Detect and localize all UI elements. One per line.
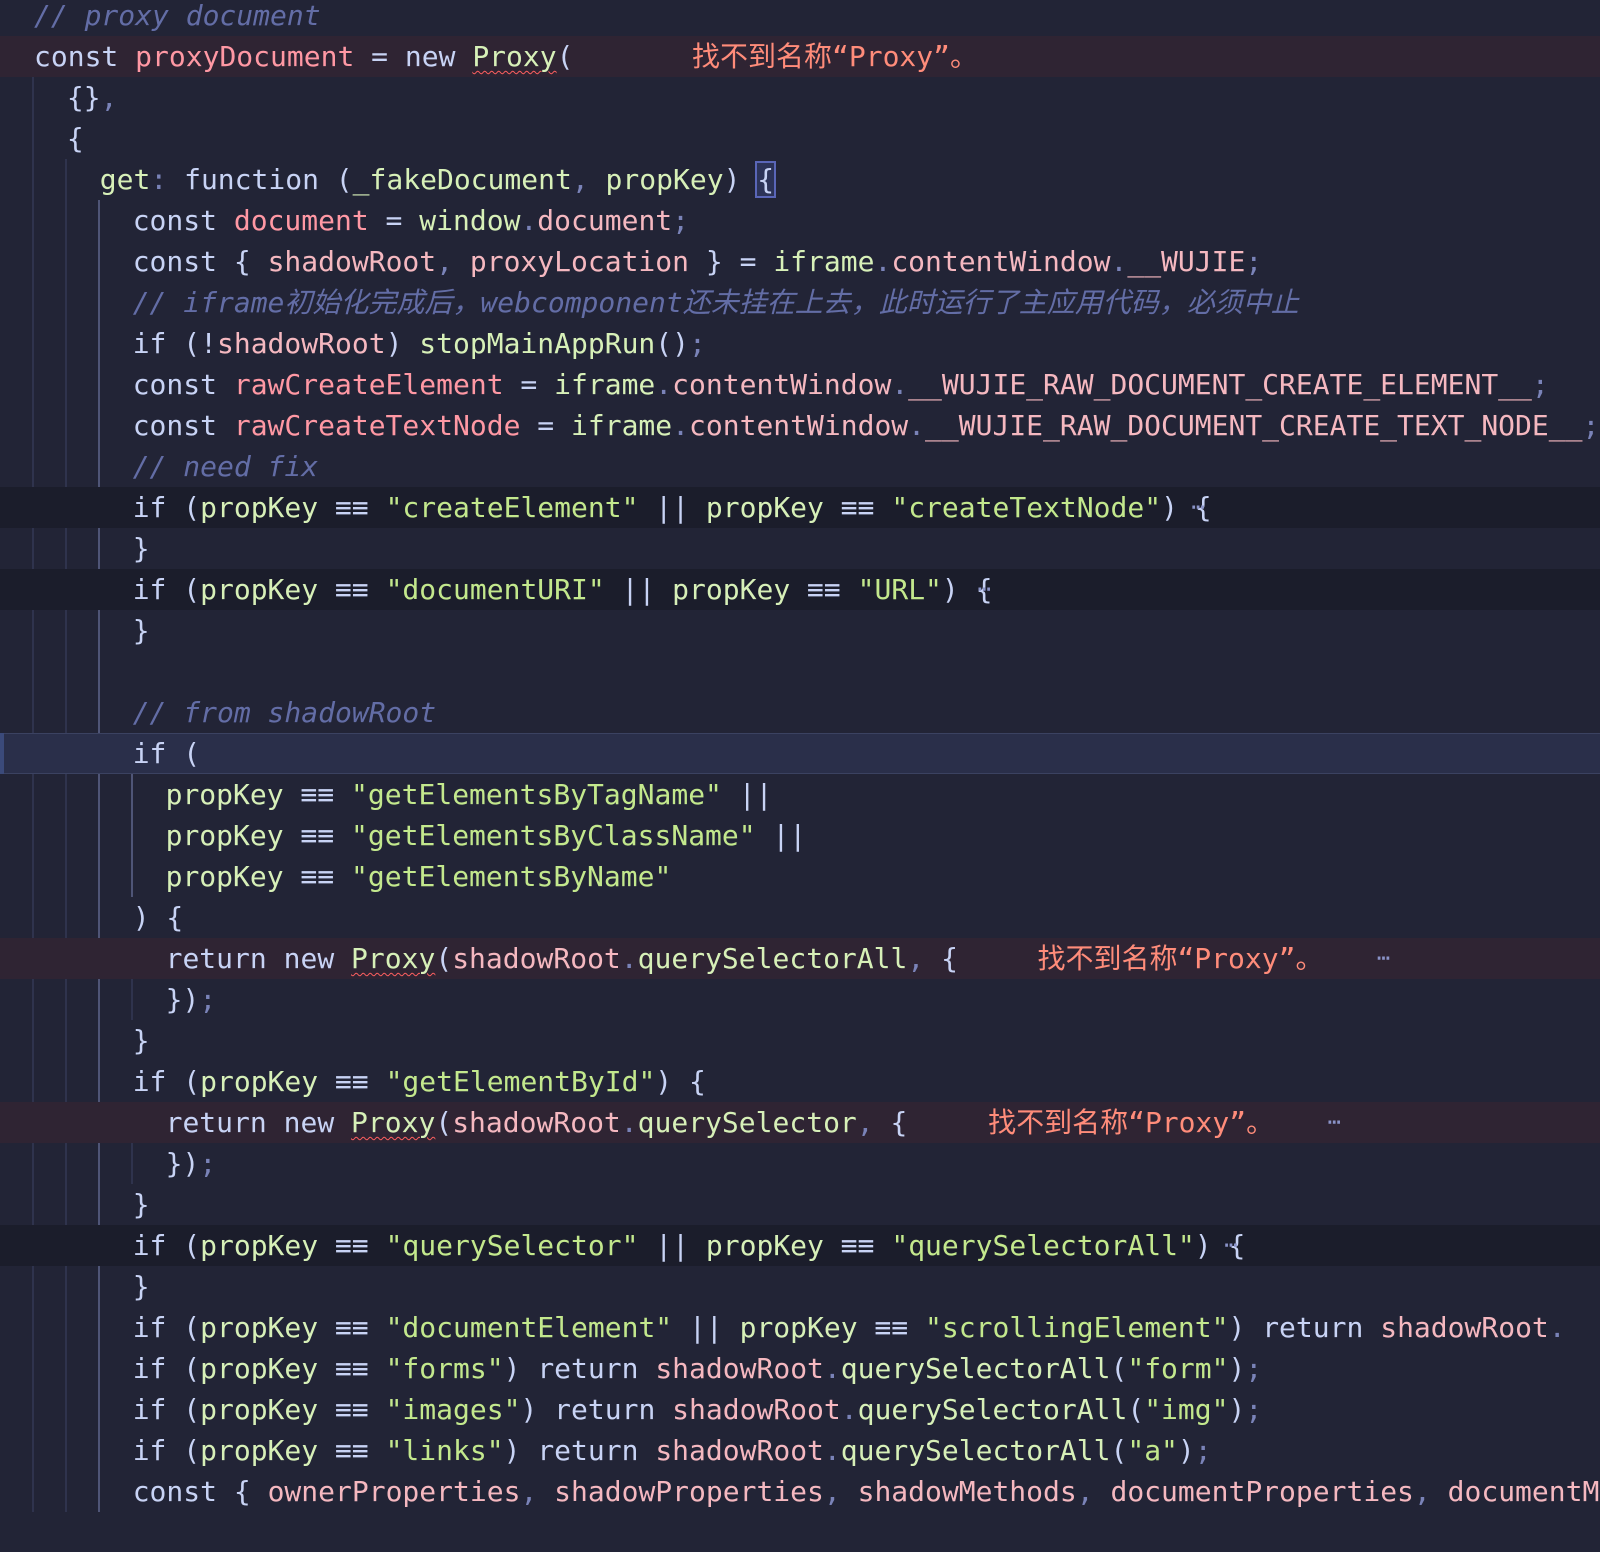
code-line[interactable]: if (!shadowRoot) stopMainAppRun();if (!s… [0, 323, 1600, 364]
code-text: // iframe初始化完成后，webcomponent还未挂在上去，此时运行了… [132, 286, 1299, 319]
code-text: if (propKey ≡≡ "documentElement" || prop… [132, 1311, 1566, 1344]
code-line[interactable]: // proxy document// proxy document [0, 0, 1600, 36]
code-text: if (propKey ≡≡ "links") return shadowRoo… [132, 1434, 1212, 1467]
code-line[interactable]: {{ [0, 118, 1600, 159]
code-text: // from shadowRoot [132, 696, 437, 729]
fold-ellipsis-icon[interactable]: ⋯ [1192, 487, 1205, 528]
code-text: if (propKey ≡≡ "createElement" || propKe… [132, 491, 1212, 524]
code-text: get: function (_fakeDocument, propKey) { [99, 161, 777, 198]
code-line[interactable]: return new Proxy(shadowRoot.querySelecto… [0, 938, 1600, 979]
code-line[interactable]: if (propKey ≡≡ "forms") return shadowRoo… [0, 1348, 1600, 1389]
code-line[interactable]: if (propKey ≡≡ "querySelector" || propKe… [0, 1225, 1600, 1266]
code-line[interactable]: return new Proxy(shadowRoot.querySelecto… [0, 1102, 1600, 1143]
code-text: const rawCreateElement = iframe.contentW… [132, 368, 1549, 401]
code-line[interactable]: if (propKey ≡≡ "images") return shadowRo… [0, 1389, 1600, 1430]
code-text: }); [165, 983, 217, 1016]
code-line[interactable]: {},{}, [0, 77, 1600, 118]
code-line[interactable]: const rawCreateElement = iframe.contentW… [0, 364, 1600, 405]
code-line[interactable]: }} [0, 610, 1600, 651]
code-line[interactable]: }} [0, 1266, 1600, 1307]
code-line[interactable]: if (propKey ≡≡ "createElement" || propKe… [0, 487, 1600, 528]
code-line[interactable]: get: function (_fakeDocument, propKey) {… [0, 159, 1600, 200]
code-text: } [132, 1188, 150, 1221]
code-line[interactable]: propKey ≡≡ "getElementsByClassName" ||pr… [0, 815, 1600, 856]
code-text: propKey ≡≡ "getElementsByName" [165, 860, 672, 893]
code-text: if ( [132, 737, 201, 770]
code-text: } [132, 614, 150, 647]
code-line[interactable]: const { shadowRoot, proxyLocation } = if… [0, 241, 1600, 282]
code-line[interactable]: });}); [0, 1143, 1600, 1184]
error-lens-message: 找不到名称“Proxy”。 [988, 1106, 1275, 1139]
code-line[interactable]: if (propKey ≡≡ "links") return shadowRoo… [0, 1430, 1600, 1471]
code-text: } [132, 1270, 150, 1303]
code-text: propKey ≡≡ "getElementsByTagName" || [165, 778, 773, 811]
code-line[interactable]: propKey ≡≡ "getElementsByName"propKey ==… [0, 856, 1600, 897]
code-text: const rawCreateTextNode = iframe.content… [132, 409, 1600, 442]
code-line[interactable]: // need fix// need fix [0, 446, 1600, 487]
code-line[interactable]: const { ownerProperties, shadowPropertie… [0, 1471, 1600, 1512]
code-line[interactable]: if (propKey ≡≡ "documentURI" || propKey … [0, 569, 1600, 610]
code-text: if (propKey ≡≡ "querySelector" || propKe… [132, 1229, 1246, 1262]
code-text: } [132, 532, 150, 565]
code-text: // proxy document [34, 0, 321, 32]
code-text: {}, [66, 81, 118, 114]
code-text: const { shadowRoot, proxyLocation } = if… [132, 245, 1263, 278]
code-editor[interactable]: // proxy document// proxy documentconst … [0, 0, 1600, 1552]
code-line[interactable]: const document = window.document;const d… [0, 200, 1600, 241]
code-line[interactable]: propKey ≡≡ "getElementsByTagName" ||prop… [0, 774, 1600, 815]
code-text: const proxyDocument = new Proxy( [34, 40, 574, 73]
code-text: // need fix [132, 450, 319, 483]
code-line[interactable]: ) {) { [0, 897, 1600, 938]
code-text: if (propKey ≡≡ "getElementById") { [132, 1065, 706, 1098]
code-line[interactable]: // from shadowRoot// from shadowRoot [0, 692, 1600, 733]
code-text: } [132, 1024, 150, 1057]
fold-ellipsis-icon[interactable]: ⋯ [1328, 1102, 1341, 1143]
code-text: if (propKey ≡≡ "documentURI" || propKey … [132, 573, 993, 606]
code-line[interactable]: }} [0, 528, 1600, 569]
code-line[interactable]: // iframe初始化完成后，webcomponent还未挂在上去，此时运行了… [0, 282, 1600, 323]
code-line[interactable]: });}); [0, 979, 1600, 1020]
code-text: if (propKey ≡≡ "images") return shadowRo… [132, 1393, 1263, 1426]
code-line[interactable]: }} [0, 1020, 1600, 1061]
fold-ellipsis-icon[interactable]: ⋯ [1224, 1225, 1237, 1266]
code-text: }); [165, 1147, 217, 1180]
code-text: if (!shadowRoot) stopMainAppRun(); [132, 327, 706, 360]
code-text: ) { [132, 901, 184, 934]
code-text: return new Proxy(shadowRoot.querySelecto… [165, 942, 958, 975]
code-text: const { ownerProperties, shadowPropertie… [132, 1475, 1600, 1508]
error-lens-message: 找不到名称“Proxy”。 [692, 40, 979, 73]
code-text: propKey ≡≡ "getElementsByClassName" || [165, 819, 807, 852]
code-line[interactable]: if (propKey ≡≡ "getElementById") {if (pr… [0, 1061, 1600, 1102]
code-text: if (propKey ≡≡ "forms") return shadowRoo… [132, 1352, 1263, 1385]
fold-ellipsis-icon[interactable]: ⋯ [1377, 938, 1390, 979]
code-line[interactable]: const proxyDocument = new Proxy(const pr… [0, 36, 1600, 77]
code-text: { [66, 122, 84, 155]
fold-ellipsis-icon[interactable]: ⋯ [978, 569, 991, 610]
error-lens-message: 找不到名称“Proxy”。 [1037, 942, 1324, 975]
code-line[interactable]: if (propKey ≡≡ "documentElement" || prop… [0, 1307, 1600, 1348]
code-line-current[interactable]: if (if ( [0, 733, 1600, 774]
code-text: const document = window.document; [132, 204, 690, 237]
code-line[interactable]: const rawCreateTextNode = iframe.content… [0, 405, 1600, 446]
code-line[interactable]: }} [0, 1184, 1600, 1225]
code-text: return new Proxy(shadowRoot.querySelecto… [165, 1106, 908, 1139]
code-line[interactable] [0, 651, 1600, 692]
